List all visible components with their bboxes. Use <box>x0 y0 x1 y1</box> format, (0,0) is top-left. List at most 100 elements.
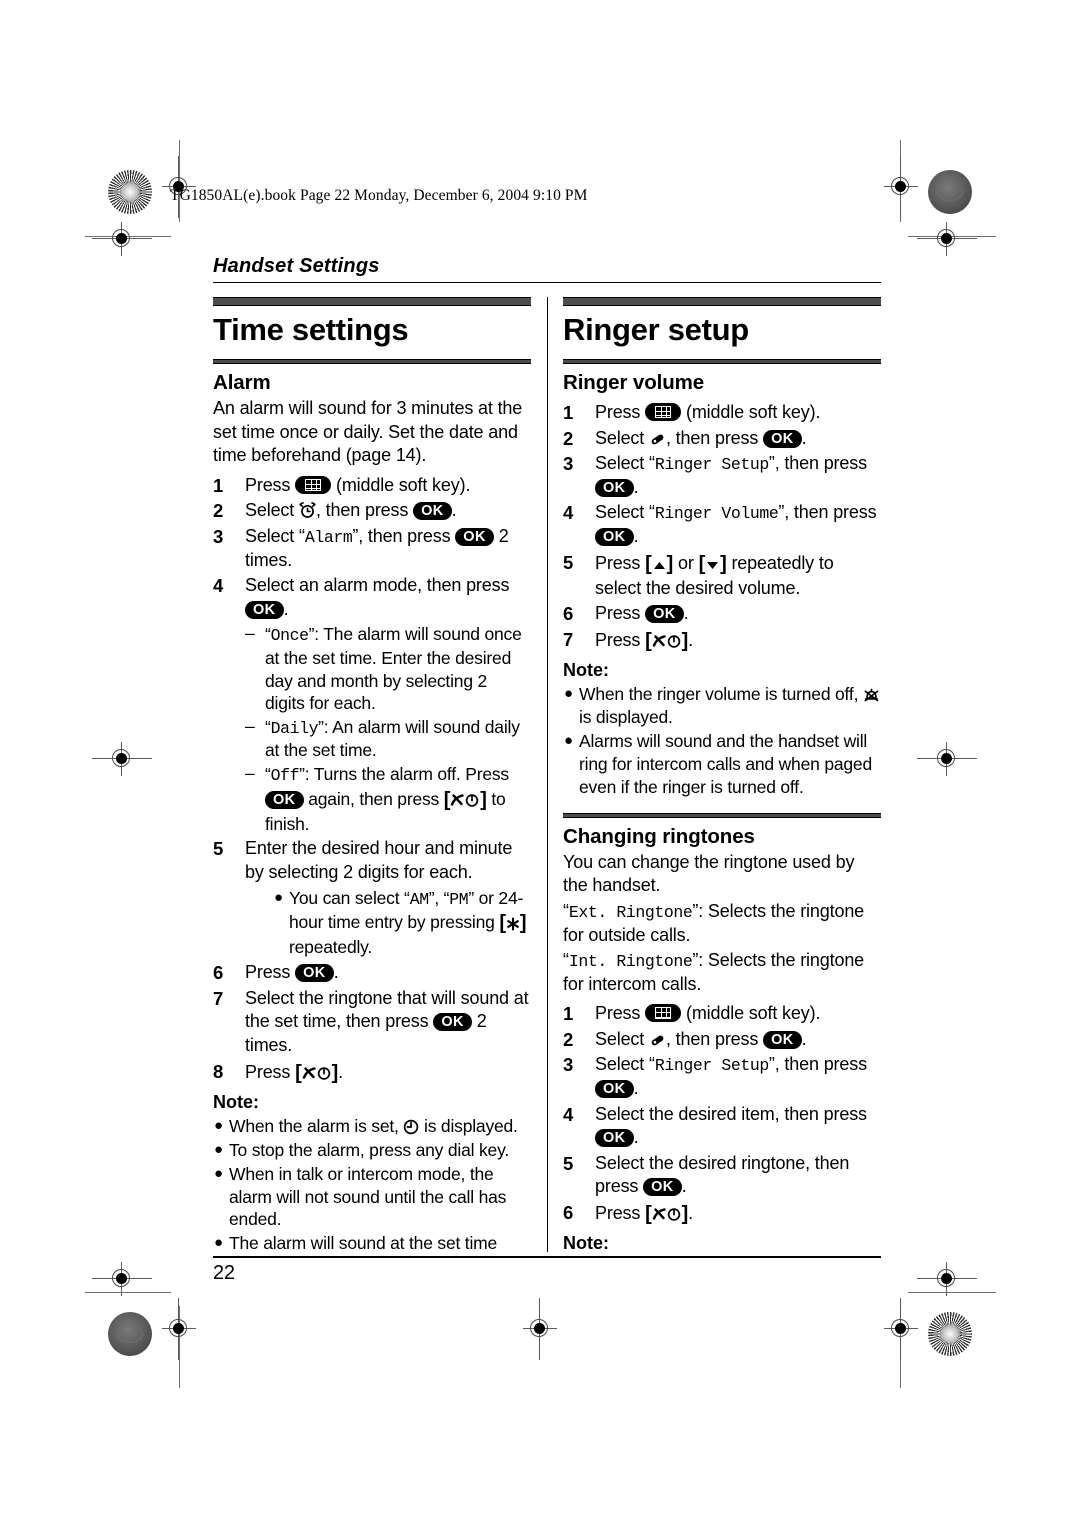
ok-key-icon: OK <box>763 1030 802 1049</box>
power-off-key-icon <box>652 635 680 648</box>
step-item: 1 Press (middle soft key). <box>563 1002 881 1026</box>
menu-item-int-ringtone: Int. Ringtone <box>568 952 693 972</box>
bullet-marker: ● <box>214 1140 223 1158</box>
step-number: 6 <box>563 603 574 625</box>
step-text-pre: Select the desired ringtone, then press <box>595 1152 850 1197</box>
menu-item-alarm: Alarm <box>304 527 353 547</box>
alarm-mode-once: – “Once”: The alarm will sound once at th… <box>245 623 522 714</box>
step-number: 8 <box>213 1060 224 1082</box>
step-number: 4 <box>213 575 224 597</box>
step-item: 7 Press []. <box>563 628 881 654</box>
step-number: 7 <box>563 628 574 650</box>
step-number: 2 <box>213 500 224 522</box>
mode-label-off: Off <box>270 766 300 786</box>
dash-marker: – <box>245 623 255 644</box>
step-text-mid: , then press <box>315 500 414 521</box>
step-number: 5 <box>213 838 224 860</box>
step-item: 4 Select the desired item, then press OK. <box>563 1103 881 1150</box>
step-text-post: . <box>681 1176 687 1197</box>
registration-mark-bottom-right <box>884 1298 918 1360</box>
menu-item-ext-ringtone: Ext. Ringtone <box>568 902 693 922</box>
step-text-post: . <box>801 1028 807 1049</box>
step-text-post: . <box>683 603 689 624</box>
ok-key-icon: OK <box>245 600 284 619</box>
alarm-clock-icon <box>299 502 316 519</box>
step-text-pre: Select the desired item, then press <box>595 1103 867 1124</box>
step-item: 2 Select , then press OK. <box>563 1028 881 1052</box>
step-item: 8 Press []. <box>213 1060 531 1086</box>
ok-key-icon: OK <box>265 790 304 809</box>
step-text-pre: Press <box>245 962 296 983</box>
step-text-pre: Select <box>595 427 649 448</box>
step-text-mid: ”, then press <box>778 502 877 523</box>
step-text-pre: Press <box>595 603 646 624</box>
ok-key-icon: OK <box>413 502 452 521</box>
changing-ringtones-intro: You can change the ringtone used by the … <box>563 851 855 896</box>
step-text-mid: , then press <box>665 427 764 448</box>
bullet-marker: ● <box>214 1116 223 1134</box>
middle-soft-key-icon <box>645 403 682 422</box>
step-text-post: . <box>688 1202 694 1223</box>
step-number: 5 <box>563 1152 574 1174</box>
step-item: 2 Select , then press OK. <box>213 499 531 523</box>
ok-key-icon: OK <box>595 478 634 497</box>
middle-soft-key-icon <box>295 475 332 494</box>
step-text-pre: Select an alarm mode, then press <box>245 575 510 596</box>
page-number-rule <box>213 1256 881 1258</box>
bullet-text-post: repeatedly. <box>289 937 373 958</box>
note-text: To stop the alarm, press any dial key. <box>229 1139 509 1160</box>
step-text-pre: Select <box>595 1028 649 1049</box>
page-number: 22 <box>213 1262 235 1284</box>
registration-mark-bottom-center <box>523 1298 557 1360</box>
bracket-close: ] <box>519 912 527 935</box>
section-title-alarm: Alarm <box>213 371 271 395</box>
ok-key-icon: OK <box>645 605 684 624</box>
section-rule-changing-ringtones <box>563 812 881 818</box>
star-key-icon <box>506 917 519 931</box>
dash-marker: – <box>245 716 255 737</box>
file-stamp: TG1850AL(e).book Page 22 Monday, Decembe… <box>170 187 588 204</box>
bullet-text-mid-a: ”, “ <box>428 887 450 908</box>
ok-key-icon: OK <box>643 1178 682 1197</box>
ringer-off-bell-icon <box>864 688 879 702</box>
step-number: 6 <box>213 962 224 984</box>
registration-mark-bottom-left <box>162 1298 196 1360</box>
step-text-post: . <box>633 1078 639 1099</box>
step-number: 1 <box>563 1003 574 1025</box>
step-text-pre: Press <box>595 552 646 573</box>
alarm-mode-daily: – “Daily”: An alarm will sound daily at t… <box>245 716 520 761</box>
power-off-key-icon <box>302 1066 330 1080</box>
ok-key-icon: OK <box>763 429 802 448</box>
mode-desc-b: again, then press <box>303 788 444 809</box>
step-text-pre: Select “ <box>595 1054 655 1075</box>
step-number: 6 <box>563 1201 574 1223</box>
step-text-mid: ”, then press <box>768 453 867 474</box>
ringer-volume-steps: 1 Press (middle soft key). 2 Select , then… <box>563 401 881 654</box>
step-item: 6 Press []. <box>563 1201 881 1227</box>
density-patch-top-right <box>928 170 972 214</box>
power-off-key-icon <box>652 1208 680 1221</box>
ok-key-icon: OK <box>595 1129 634 1148</box>
step-text-mid: , then press <box>665 1028 764 1049</box>
running-head: Handset Settings <box>213 255 881 284</box>
step-text-pre: Select “ <box>245 525 305 546</box>
bullet-text-pre: You can select “ <box>289 887 410 908</box>
step-item: 6 Press OK. <box>213 961 531 985</box>
step-item: 3 Select “Ringer Setup”, then press OK. <box>563 1053 881 1100</box>
note-item: ● To stop the alarm, press any dial key. <box>213 1139 531 1162</box>
step-item: 3 Select “Ringer Setup”, then press OK. <box>563 452 881 499</box>
registration-mark-left-lower <box>92 1262 152 1296</box>
registration-mark-right-upper <box>917 222 977 256</box>
note-text-post: is displayed. <box>419 1115 518 1136</box>
step-text-post: (middle soft key). <box>681 1003 821 1024</box>
step-text-pre: Press <box>595 1202 646 1223</box>
middle-soft-key-icon <box>645 1004 682 1023</box>
step-item: 4 Select an alarm mode, then press OK. – “… <box>213 574 531 835</box>
settings-tool-icon <box>651 1035 664 1046</box>
ringtone-def-int: “Int. Ringtone”: Selects the ringtone fo… <box>563 950 865 994</box>
step-number: 4 <box>563 1103 574 1125</box>
resolution-target-top-left <box>108 170 152 214</box>
ok-key-icon: OK <box>595 528 634 547</box>
step-item: 5 Select the desired ringtone, then press… <box>563 1152 881 1199</box>
step-text-pre: Enter the desired hour and minute by sel… <box>245 838 513 882</box>
